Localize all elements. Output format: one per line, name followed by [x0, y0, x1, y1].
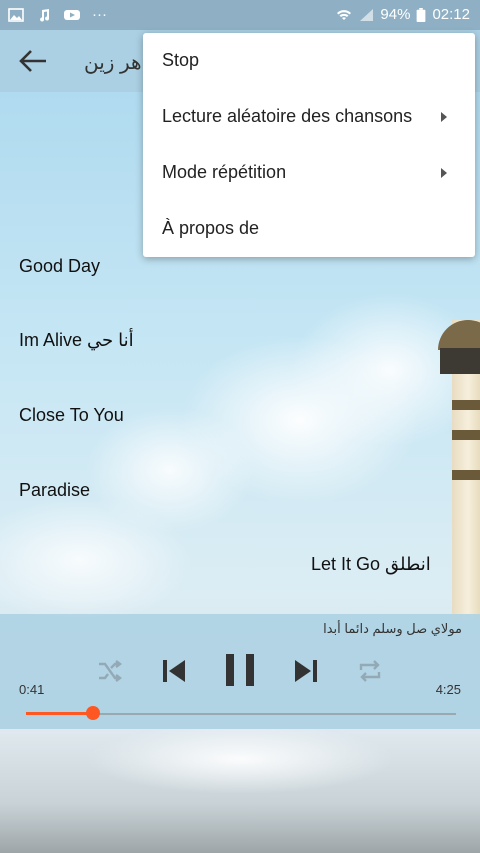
page-title: هر زين — [84, 52, 142, 74]
menu-item-repeat-mode[interactable]: Mode répétition — [143, 145, 475, 201]
submenu-arrow-icon — [441, 112, 447, 122]
song-item[interactable]: Close To You — [19, 405, 124, 426]
music-note-icon — [40, 8, 50, 21]
submenu-arrow-icon — [441, 168, 447, 178]
menu-item-label: À propos de — [162, 218, 260, 238]
minaret-image — [438, 320, 480, 620]
seek-progress — [26, 712, 93, 715]
menu-item-label: Stop — [162, 50, 200, 70]
pause-icon[interactable] — [222, 652, 258, 688]
repeat-icon[interactable] — [357, 659, 383, 683]
overflow-dots: ··· — [92, 6, 107, 23]
seek-thumb[interactable] — [85, 706, 100, 720]
shuffle-icon[interactable] — [97, 659, 123, 683]
menu-item-label: Lecture aléatoire des chansons — [162, 106, 413, 126]
song-item[interactable]: Let It Go انطلق — [311, 554, 431, 575]
album-art-image — [0, 729, 480, 853]
previous-icon[interactable] — [160, 658, 188, 684]
now-playing-title: مولاي صل وسلم دائما أبدا — [323, 621, 462, 636]
back-arrow-icon[interactable] — [18, 48, 48, 74]
status-bar: ··· 94% 02:12 — [0, 0, 480, 30]
menu-item-label: Mode répétition — [162, 162, 287, 182]
menu-item-shuffle[interactable]: Lecture aléatoire des chansons — [143, 89, 475, 145]
song-item[interactable]: Good Day — [19, 256, 100, 277]
menu-item-about[interactable]: À propos de — [143, 201, 475, 257]
total-time: 4:25 — [435, 682, 461, 697]
youtube-icon — [64, 9, 80, 20]
song-item[interactable]: Paradise — [19, 480, 90, 501]
song-item[interactable]: Im Alive أنا حي — [19, 330, 134, 351]
menu-item-stop[interactable]: Stop — [143, 33, 475, 89]
battery-icon — [417, 7, 426, 22]
music-player: مولاي صل وسلم دائما أبدا 0:41 4:25 — [0, 614, 480, 729]
clock: 02:12 — [432, 6, 470, 23]
signal-icon — [360, 8, 374, 21]
wifi-icon — [337, 9, 352, 20]
overflow-menu: Stop Lecture aléatoire des chansons Mode… — [143, 33, 475, 257]
gallery-icon — [8, 7, 24, 22]
next-icon[interactable] — [292, 658, 320, 684]
battery-percent: 94% — [380, 6, 411, 23]
current-time: 0:41 — [19, 682, 45, 697]
